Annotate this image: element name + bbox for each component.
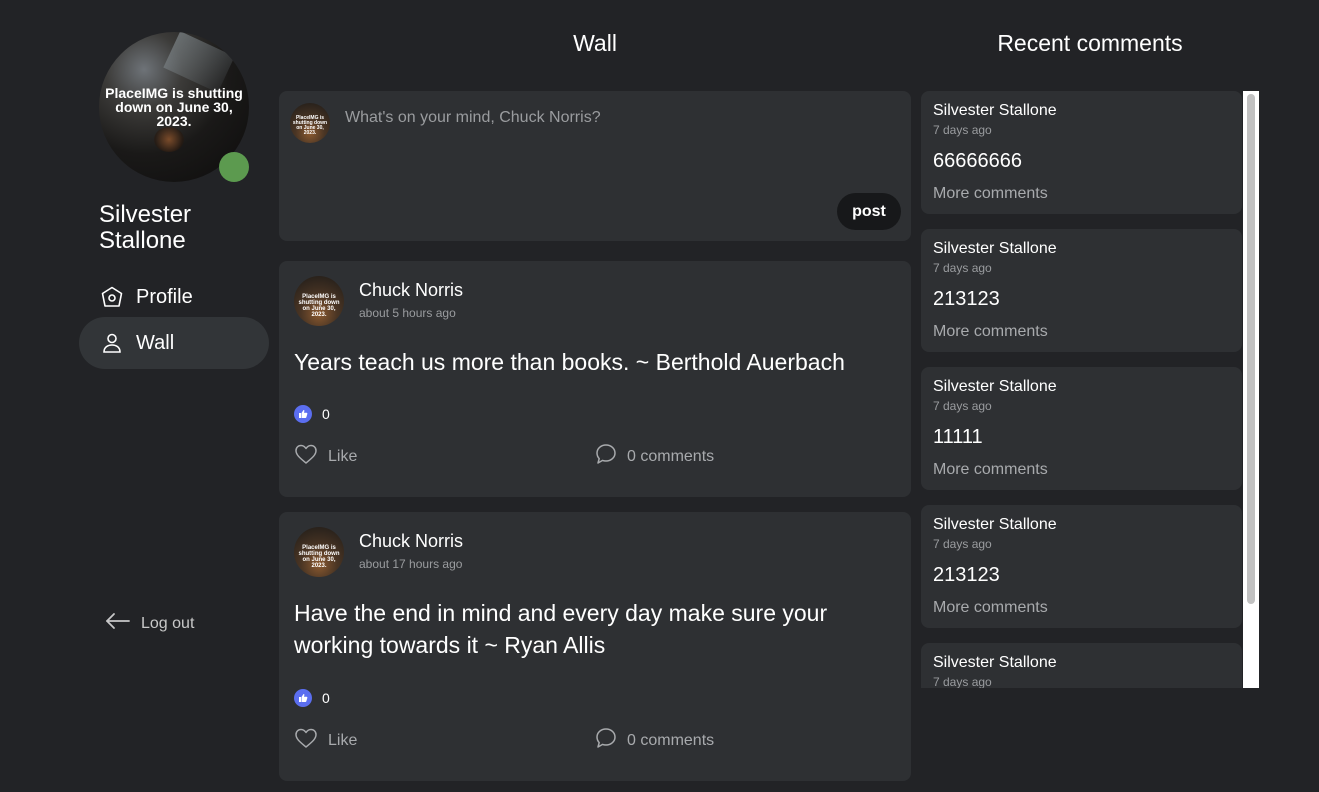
recent-comment-card: Silvester Stallone 7 days ago [921,643,1242,688]
recent-comment-card: Silvester Stallone 7 days ago 213123 Mor… [921,505,1242,628]
nav-item-wall[interactable]: Wall [79,317,269,369]
post-card: PlaceIMG is shutting down on June 30, 20… [279,512,911,781]
user-name: Silvester Stallone [99,201,192,254]
like-summary: 0 [294,689,330,707]
post-input[interactable] [345,109,885,199]
post-avatar-text: PlaceIMG is shutting down on June 30, 20… [298,545,340,569]
more-comments-link[interactable]: More comments [933,461,1048,479]
post-author[interactable]: Chuck Norris [359,280,463,301]
comment-bubble-icon [595,727,617,754]
post-text: Years teach us more than books. ~ Bertho… [294,349,845,375]
comment-text: 213123 [933,288,1000,310]
sidebar: PlaceIMG is shutting down on June 30, 20… [79,32,269,772]
comment-timestamp: 7 days ago [933,123,992,137]
heart-icon [294,727,318,754]
comments-button[interactable]: 0 comments [595,727,714,754]
app-root: PlaceIMG is shutting down on June 30, 20… [0,0,1319,792]
comment-bubble-icon [595,443,617,470]
home-pentagon-icon [100,285,124,309]
recent-comment-card: Silvester Stallone 7 days ago 66666666 M… [921,91,1242,214]
nav-item-profile[interactable]: Profile [79,271,269,323]
post-composer: PlaceIMG is shutting down on June 30, 20… [279,91,911,241]
comment-author[interactable]: Silvester Stallone [933,102,1057,120]
nav-label-wall: Wall [136,331,175,354]
logout-button[interactable]: Log out [105,612,194,635]
post-timestamp: about 17 hours ago [359,557,463,571]
more-comments-link[interactable]: More comments [933,599,1048,617]
post-text: Have the end in mind and every day make … [294,600,828,658]
comment-timestamp: 7 days ago [933,537,992,551]
recent-comments-list[interactable]: Silvester Stallone 7 days ago 66666666 M… [921,91,1259,688]
arrow-left-icon [105,612,131,635]
composer-avatar-text: PlaceIMG is shutting down on June 30, 20… [292,115,328,136]
recent-comment-card: Silvester Stallone 7 days ago 213123 Mor… [921,229,1242,352]
scrollbar-track[interactable] [1243,91,1259,688]
post-avatar-text: PlaceIMG is shutting down on June 30, 20… [298,294,340,318]
comment-timestamp: 7 days ago [933,675,992,688]
composer-avatar: PlaceIMG is shutting down on June 30, 20… [290,103,330,143]
like-count: 0 [322,690,330,706]
thumbs-up-icon [294,689,312,707]
like-label: Like [328,731,358,749]
recent-comments-title: Recent comments [997,30,1183,56]
comment-author[interactable]: Silvester Stallone [933,654,1057,672]
heart-icon [294,443,318,470]
wall-title: Wall [573,30,617,56]
thumbs-up-icon [294,405,312,423]
comments-label: 0 comments [627,731,715,749]
more-comments-link[interactable]: More comments [933,323,1048,341]
like-button[interactable]: Like [294,727,357,754]
nav-label-profile: Profile [136,285,193,308]
like-button[interactable]: Like [294,443,357,470]
avatar-placeholder-text: PlaceIMG is shutting down on June 30, 20… [105,85,243,129]
post-button[interactable]: post [837,193,901,230]
post-timestamp: about 5 hours ago [359,306,456,320]
comments-label: 0 comments [627,447,715,465]
comment-text: 11111 [933,426,983,448]
like-count: 0 [322,406,330,422]
comment-author[interactable]: Silvester Stallone [933,240,1057,258]
post-author-avatar[interactable]: PlaceIMG is shutting down on June 30, 20… [294,276,344,326]
like-summary: 0 [294,405,330,423]
comment-timestamp: 7 days ago [933,261,992,275]
comment-text: 66666666 [933,150,1022,172]
comment-author[interactable]: Silvester Stallone [933,516,1057,534]
post-author[interactable]: Chuck Norris [359,531,463,552]
recent-comment-card: Silvester Stallone 7 days ago 11111 More… [921,367,1242,490]
online-status-indicator [219,152,249,182]
comment-timestamp: 7 days ago [933,399,992,413]
user-icon [100,331,124,355]
post-card: PlaceIMG is shutting down on June 30, 20… [279,261,911,497]
logout-label: Log out [141,614,195,632]
post-author-avatar[interactable]: PlaceIMG is shutting down on June 30, 20… [294,527,344,577]
comments-button[interactable]: 0 comments [595,443,714,470]
comment-author[interactable]: Silvester Stallone [933,378,1057,396]
more-comments-link[interactable]: More comments [933,185,1048,203]
comment-text: 213123 [933,564,1000,586]
scrollbar-thumb[interactable] [1247,94,1255,604]
like-label: Like [328,447,358,465]
